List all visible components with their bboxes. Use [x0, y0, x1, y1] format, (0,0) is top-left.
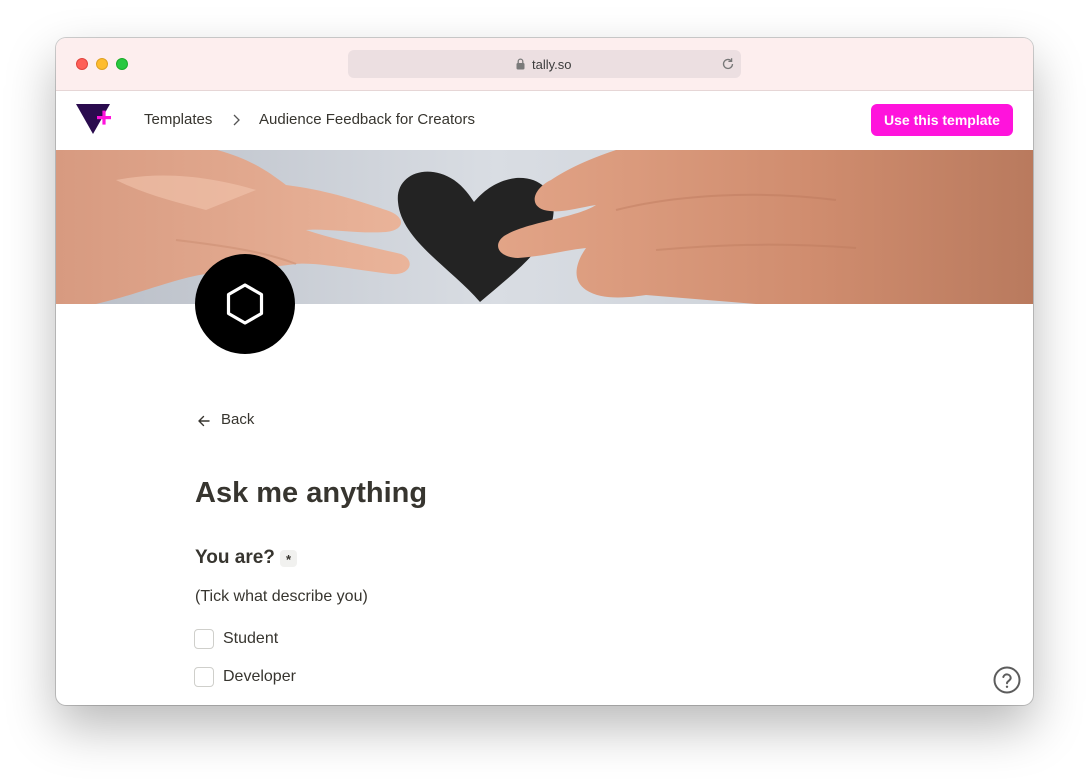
hexagon-icon [226, 283, 264, 325]
help-question-icon[interactable] [993, 666, 1021, 694]
close-window-button[interactable] [76, 58, 88, 70]
back-button[interactable]: Back [221, 411, 254, 428]
browser-titlebar: tally.so [56, 38, 1033, 91]
breadcrumb-templates-link[interactable]: Templates [144, 111, 212, 128]
tally-logo-icon[interactable] [76, 104, 112, 136]
breadcrumb-current-page: Audience Feedback for Creators [259, 111, 475, 128]
zoom-window-button[interactable] [116, 58, 128, 70]
arrow-left-icon[interactable] [197, 414, 211, 428]
use-template-button[interactable]: Use this template [871, 104, 1013, 136]
checkbox[interactable] [194, 667, 214, 687]
minimize-window-button[interactable] [96, 58, 108, 70]
question-hint: (Tick what describe you) [195, 588, 368, 605]
top-navigation: Templates Audience Feedback for Creators… [56, 91, 1033, 150]
question-label: You are? [195, 547, 275, 568]
checkbox-label[interactable]: Developer [223, 668, 296, 686]
address-bar-url: tally.so [532, 57, 572, 72]
required-badge: * [280, 550, 297, 567]
checkbox[interactable] [194, 629, 214, 649]
form-logo-avatar [195, 254, 295, 354]
checkbox-label[interactable]: Student [223, 630, 278, 648]
reload-icon[interactable] [721, 57, 735, 71]
browser-window: tally.so Templates Audience Feedback for… [56, 38, 1033, 705]
address-bar[interactable]: tally.so [348, 50, 741, 78]
form-title: Ask me anything [195, 477, 428, 509]
chevron-right-icon [233, 114, 240, 126]
lock-icon [516, 58, 525, 70]
